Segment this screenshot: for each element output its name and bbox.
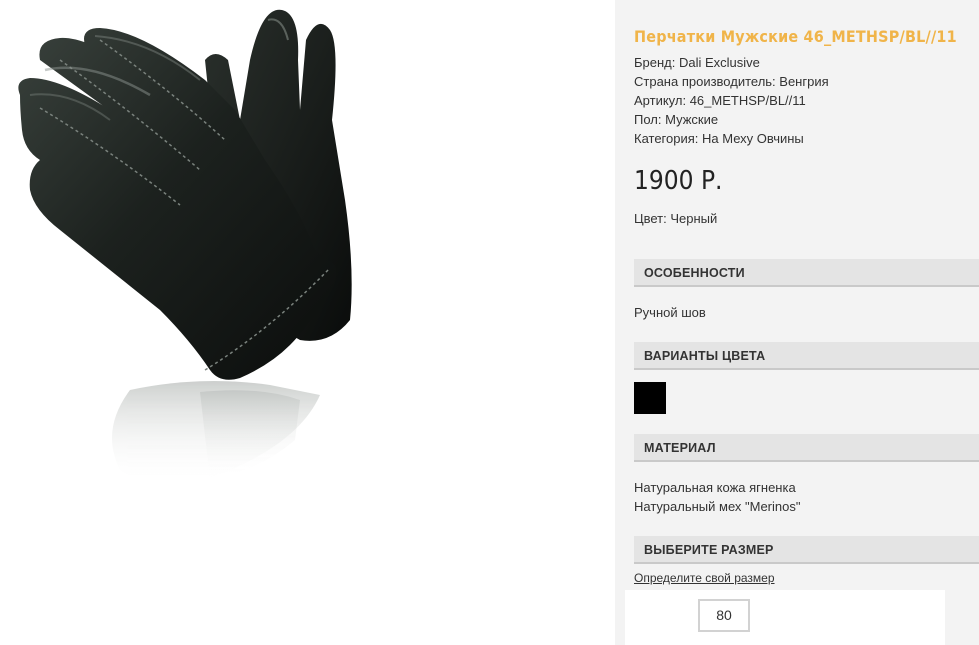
product-specs: Бренд: Dali Exclusive Страна производите… — [634, 53, 829, 148]
size-options: 80 — [625, 590, 945, 645]
size-heading: ВЫБЕРИТЕ РАЗМЕР — [634, 536, 979, 564]
features-text: Ручной шов — [634, 305, 706, 320]
features-heading-label: ОСОБЕННОСТИ — [644, 266, 745, 280]
spec-gender: Пол: Мужские — [634, 112, 719, 127]
material-heading: МАТЕРИАЛ — [634, 434, 979, 462]
spec-country: Страна производитель: Венгрия — [634, 74, 829, 89]
product-image — [0, 0, 615, 645]
size-option-80[interactable]: 80 — [698, 599, 750, 632]
color-variants-heading-label: ВАРИАНТЫ ЦВЕТА — [644, 349, 766, 363]
material-line: Натуральная кожа ягненка — [634, 480, 796, 495]
size-guide-link[interactable]: Определите свой размер — [634, 571, 775, 585]
material-line: Натуральный мех "Merinos" — [634, 499, 801, 514]
spec-article: Артикул: 46_METHSP/BL//11 — [634, 93, 806, 108]
product-page: Перчатки Мужские 46_METHSP/BL//11 Бренд:… — [0, 0, 979, 645]
color-variants-heading: ВАРИАНТЫ ЦВЕТА — [634, 342, 979, 370]
product-title: Перчатки Мужские 46_METHSP/BL//11 — [634, 27, 957, 46]
product-info-panel: Перчатки Мужские 46_METHSP/BL//11 Бренд:… — [615, 0, 979, 645]
spec-category: Категория: На Меху Овчины — [634, 131, 804, 146]
size-heading-label: ВЫБЕРИТЕ РАЗМЕР — [644, 543, 774, 557]
product-color: Цвет: Черный — [634, 211, 718, 226]
spec-brand: Бренд: Dali Exclusive — [634, 55, 760, 70]
features-heading: ОСОБЕННОСТИ — [634, 259, 979, 287]
gloves-photo — [18, 9, 352, 485]
material-heading-label: МАТЕРИАЛ — [644, 441, 716, 455]
material-list: Натуральная кожа ягненка Натуральный мех… — [634, 478, 800, 516]
product-price: 1900 Р. — [634, 166, 723, 196]
color-swatch-black[interactable] — [634, 382, 666, 414]
